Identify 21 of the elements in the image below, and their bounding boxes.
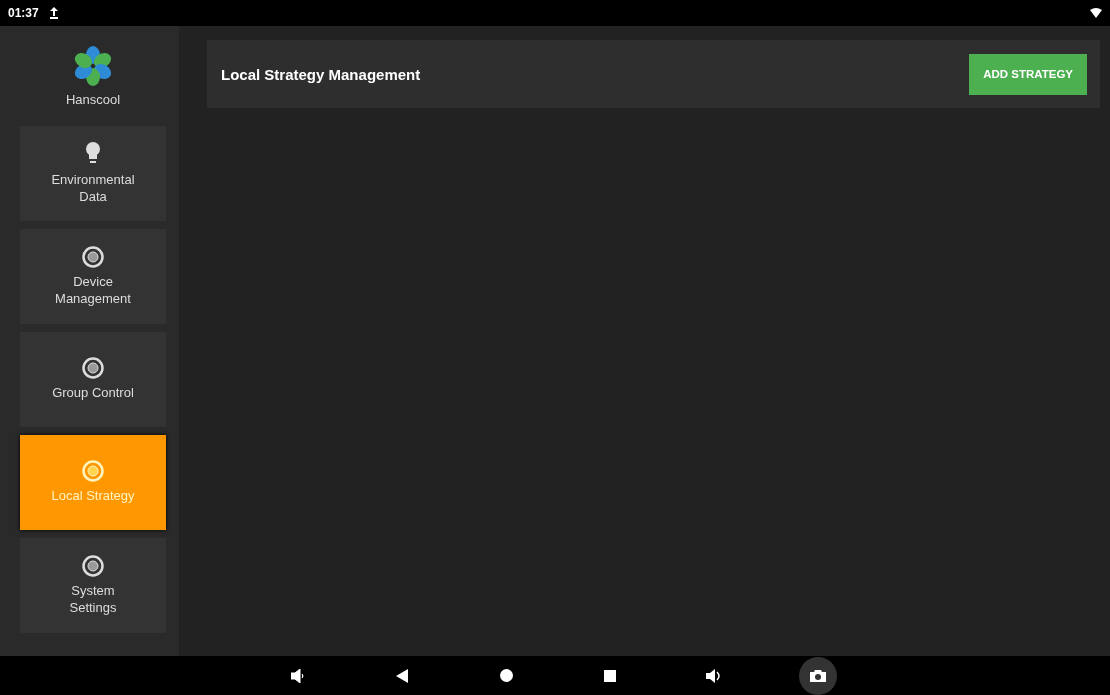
nav-item[interactable]: System Settings	[20, 538, 166, 633]
camera-icon	[810, 669, 826, 682]
radio-icon	[82, 357, 104, 380]
logo-icon	[73, 45, 113, 86]
nav-item[interactable]: Device Management	[20, 229, 166, 324]
recents-icon[interactable]	[604, 669, 616, 682]
upload-icon	[48, 7, 59, 19]
screenshot-button[interactable]	[799, 656, 837, 695]
volume-down-icon[interactable]	[291, 668, 305, 683]
nav-item[interactable]: Environmental Data	[20, 126, 166, 221]
radio-icon	[82, 555, 104, 578]
radio-icon	[82, 460, 104, 483]
back-icon[interactable]	[396, 668, 408, 683]
page-title: Local Strategy Management	[221, 65, 421, 83]
clock: 01:37	[8, 6, 39, 20]
nav-item[interactable]: Group Control	[20, 332, 166, 427]
brand-name: Hanscool	[65, 91, 121, 107]
radio-icon	[82, 246, 104, 269]
wifi-icon	[1090, 8, 1102, 18]
volume-up-icon[interactable]	[706, 668, 722, 683]
home-icon[interactable]	[499, 669, 513, 682]
